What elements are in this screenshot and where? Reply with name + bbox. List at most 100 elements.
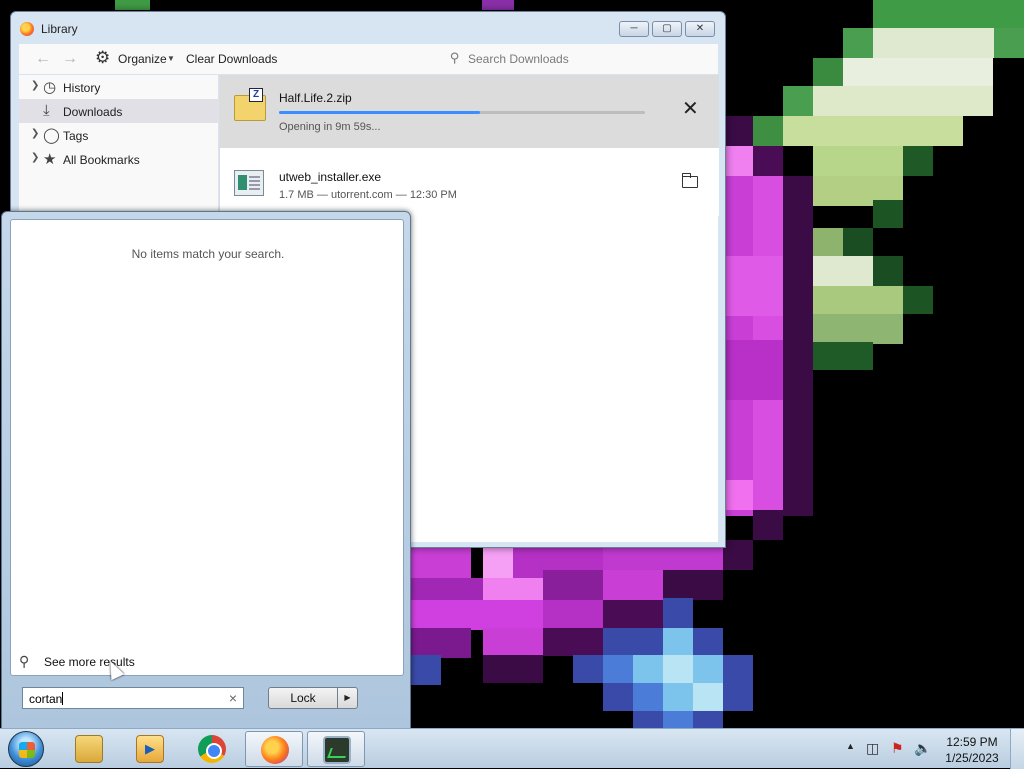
background-pixel bbox=[663, 683, 693, 711]
download-status: Opening in 9m 59s... bbox=[279, 121, 381, 133]
background-pixel bbox=[663, 598, 693, 628]
background-pixel bbox=[603, 683, 633, 711]
start-menu: No items match your search. ⚲ See more r… bbox=[1, 211, 411, 729]
open-folder-icon[interactable] bbox=[682, 173, 698, 188]
lock-button[interactable]: Lock bbox=[268, 687, 338, 709]
download-item[interactable]: utweb_installer.exe 1.7 MB — utorrent.co… bbox=[220, 148, 719, 216]
star-icon: ★ bbox=[43, 151, 57, 168]
search-icon: ⚲ bbox=[19, 653, 30, 669]
folder-icon bbox=[75, 735, 103, 763]
chevron-down-icon: ▼ bbox=[167, 54, 175, 63]
background-pixel bbox=[903, 146, 933, 176]
clear-downloads-button[interactable]: Clear Downloads bbox=[186, 52, 277, 66]
search-results-pane: No items match your search. ⚲ See more r… bbox=[10, 219, 404, 676]
organize-button[interactable]: Organize bbox=[118, 52, 167, 66]
taskbar-chrome[interactable] bbox=[183, 731, 241, 767]
title-bar[interactable]: Library ─ ▢ ✕ bbox=[11, 12, 725, 42]
taskbar-task-manager[interactable] bbox=[307, 731, 365, 767]
background-pixel bbox=[663, 655, 693, 683]
gear-icon[interactable]: ⚙ bbox=[95, 48, 110, 68]
background-pixel bbox=[603, 655, 633, 683]
background-pixel bbox=[753, 510, 783, 540]
background-pixel bbox=[843, 228, 873, 256]
background-pixel bbox=[783, 116, 963, 146]
chevron-right-icon[interactable]: ❯ bbox=[31, 80, 39, 91]
no-results-message: No items match your search. bbox=[131, 247, 285, 261]
background-pixel bbox=[873, 28, 994, 58]
action-center-flag-icon[interactable]: ⚑ bbox=[891, 740, 904, 757]
clock-date[interactable]: 1/25/2023 bbox=[944, 751, 1000, 765]
background-pixel bbox=[663, 628, 693, 658]
cancel-download-button[interactable]: ✕ bbox=[682, 99, 699, 119]
sidebar-item-tags[interactable]: ❯ ◯ Tags bbox=[19, 123, 218, 147]
network-icon[interactable]: ◫ bbox=[866, 740, 879, 757]
background-pixel bbox=[813, 314, 903, 344]
taskbar-firefox[interactable] bbox=[245, 731, 303, 767]
background-pixel bbox=[723, 116, 753, 146]
clear-search-icon[interactable]: × bbox=[229, 690, 237, 706]
download-filename: utweb_installer.exe bbox=[279, 170, 382, 184]
download-progress-fill bbox=[279, 111, 481, 114]
close-button[interactable]: ✕ bbox=[685, 21, 715, 37]
chevron-right-icon[interactable]: ❯ bbox=[31, 152, 39, 163]
taskbar-media-player[interactable] bbox=[121, 731, 179, 767]
download-status: 1.7 MB — utorrent.com — 12:30 PM bbox=[279, 189, 457, 201]
clock-icon: ◷ bbox=[43, 79, 57, 96]
back-arrow-icon[interactable]: ← bbox=[35, 50, 51, 68]
taskbar: ▲ ◫ ⚑ 🔈 12:59 PM 1/25/2023 bbox=[0, 728, 1024, 769]
search-icon: ⚲ bbox=[450, 50, 460, 65]
background-pixel bbox=[723, 655, 753, 683]
show-hidden-icons-icon[interactable]: ▲ bbox=[846, 741, 855, 751]
power-options-arrow[interactable]: ▶ bbox=[337, 687, 358, 709]
start-button[interactable] bbox=[8, 731, 44, 767]
clock-time[interactable]: 12:59 PM bbox=[944, 735, 1000, 749]
search-downloads-input[interactable]: ⚲ Search Downloads bbox=[450, 47, 722, 71]
background-pixel bbox=[813, 342, 873, 370]
sidebar-item-all-bookmarks[interactable]: ❯ ★ All Bookmarks bbox=[19, 147, 218, 171]
background-pixel bbox=[813, 86, 993, 116]
background-pixel bbox=[483, 628, 543, 658]
background-pixel bbox=[903, 286, 933, 314]
tag-icon: ◯ bbox=[43, 127, 60, 144]
download-item[interactable]: Z Half.Life.2.zip Opening in 9m 59s... ✕ bbox=[220, 75, 719, 148]
background-pixel bbox=[873, 0, 1024, 28]
background-pixel bbox=[693, 683, 723, 711]
background-pixel bbox=[843, 58, 993, 88]
exe-file-icon bbox=[234, 170, 264, 196]
background-pixel bbox=[573, 655, 603, 683]
background-pixel bbox=[115, 0, 150, 10]
background-pixel bbox=[663, 711, 693, 728]
background-pixel bbox=[723, 540, 753, 570]
background-pixel bbox=[873, 200, 903, 228]
background-pixel bbox=[603, 600, 663, 628]
library-toolbar: ← → ⚙ Organize ▼ Clear Downloads ⚲ Searc… bbox=[19, 44, 718, 74]
background-pixel bbox=[543, 628, 603, 656]
background-pixel bbox=[813, 286, 903, 314]
background-pixel bbox=[483, 655, 543, 683]
minimize-button[interactable]: ─ bbox=[619, 21, 649, 37]
background-pixel bbox=[411, 600, 561, 630]
sidebar-item-history[interactable]: ❯ ◷ History bbox=[19, 75, 218, 99]
background-pixel bbox=[753, 146, 783, 176]
window-title: Library bbox=[41, 22, 78, 36]
chrome-icon bbox=[198, 735, 226, 763]
background-pixel bbox=[663, 570, 723, 600]
download-filename: Half.Life.2.zip bbox=[279, 91, 352, 105]
maximize-button[interactable]: ▢ bbox=[652, 21, 682, 37]
background-pixel bbox=[411, 628, 471, 658]
windows-logo-icon bbox=[19, 742, 35, 758]
search-placeholder: Search Downloads bbox=[468, 52, 569, 66]
chevron-right-icon[interactable]: ❯ bbox=[31, 128, 39, 139]
show-desktop-button[interactable] bbox=[1010, 729, 1024, 769]
taskbar-explorer[interactable] bbox=[60, 731, 118, 767]
forward-arrow-icon[interactable]: → bbox=[62, 50, 78, 68]
background-pixel bbox=[693, 628, 723, 658]
start-search-input[interactable]: cortan × bbox=[22, 687, 244, 709]
firefox-icon bbox=[261, 736, 289, 764]
sidebar-item-downloads[interactable]: ⤓ Downloads bbox=[19, 99, 218, 123]
background-pixel bbox=[783, 176, 813, 516]
background-pixel bbox=[723, 480, 753, 510]
volume-icon[interactable]: 🔈 bbox=[914, 740, 931, 757]
background-pixel bbox=[723, 256, 783, 316]
search-input-value: cortan bbox=[29, 692, 63, 706]
